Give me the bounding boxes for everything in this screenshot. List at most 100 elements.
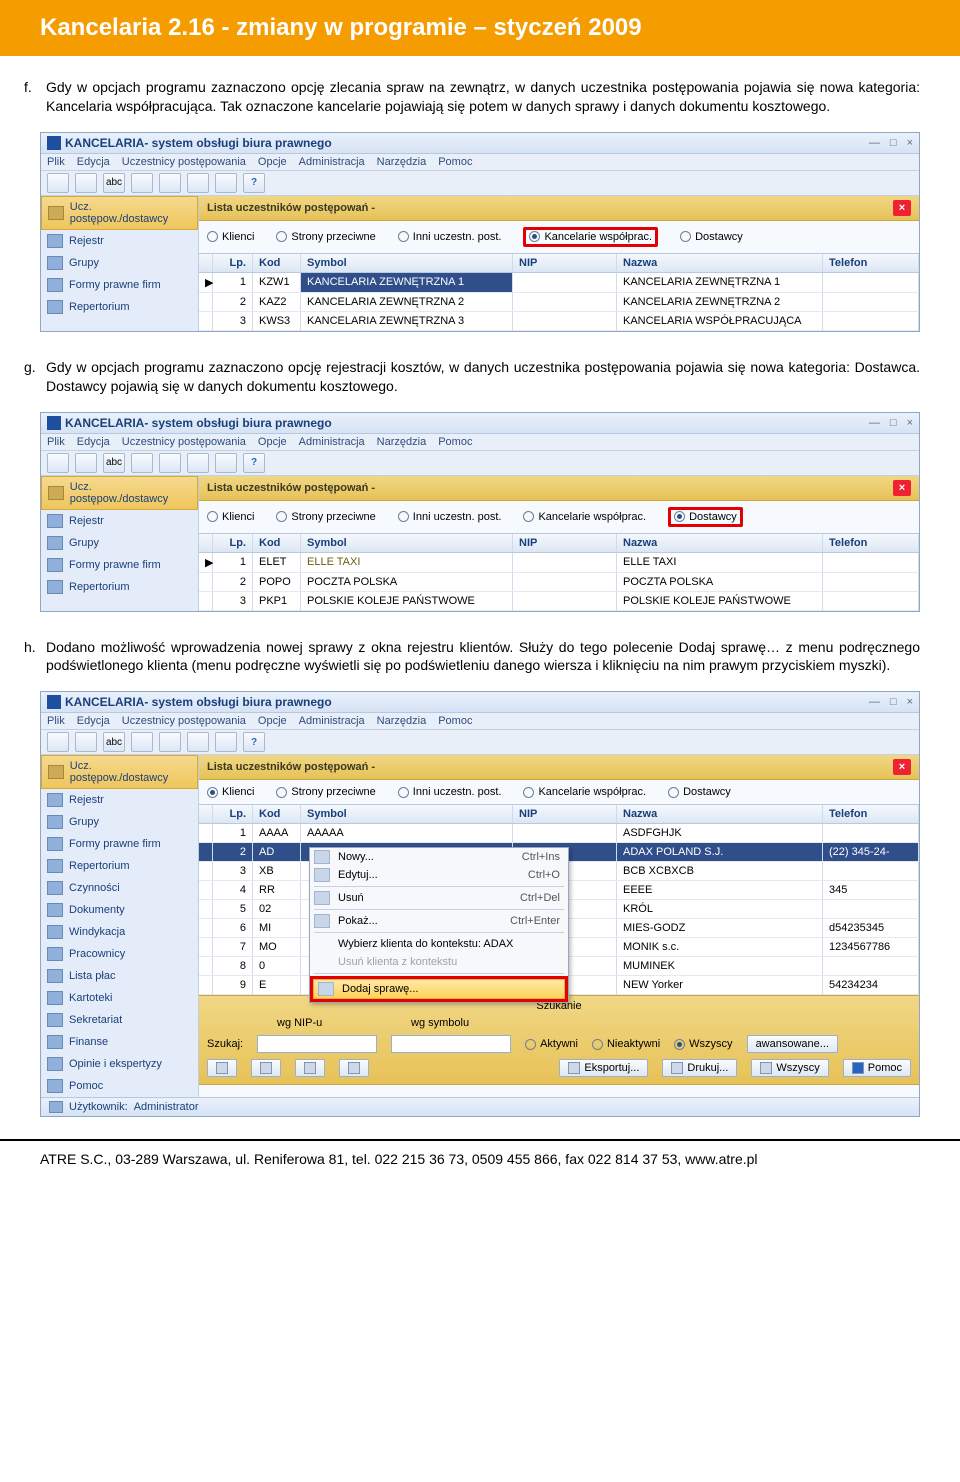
radio-wszyscy[interactable]: Wszyscy: [674, 1038, 732, 1050]
radio-inni[interactable]: Inni uczestn. post.: [398, 511, 502, 523]
sidebar-rejestr[interactable]: Rejestr: [41, 230, 198, 252]
toolbar-help-icon[interactable]: ?: [243, 732, 265, 752]
menu-pomoc[interactable]: Pomoc: [438, 436, 472, 448]
nav-next-button[interactable]: [295, 1059, 325, 1077]
sidebar-finanse[interactable]: Finanse: [41, 1031, 198, 1053]
radio-inni[interactable]: Inni uczestn. post.: [398, 231, 502, 243]
table-row[interactable]: 2KAZ2KANCELARIA ZEWNĘTRZNA 2KANCELARIA Z…: [199, 293, 919, 312]
col-lp[interactable]: Lp.: [213, 534, 253, 552]
radio-strony[interactable]: Strony przeciwne: [276, 511, 375, 523]
col-kod[interactable]: Kod: [253, 534, 301, 552]
menu-administracja[interactable]: Administracja: [299, 156, 365, 168]
menu-plik[interactable]: Plik: [47, 715, 65, 727]
menu-plik[interactable]: Plik: [47, 436, 65, 448]
radio-strony[interactable]: Strony przeciwne: [276, 786, 375, 798]
toolbar-help-icon[interactable]: ?: [243, 173, 265, 193]
nav-prev-button[interactable]: [251, 1059, 281, 1077]
radio-kancelarie[interactable]: Kancelarie współprac.: [523, 786, 646, 798]
sidebar-czynnosci[interactable]: Czynności: [41, 877, 198, 899]
sidebar-repertorium[interactable]: Repertorium: [41, 296, 198, 318]
sidebar-formy[interactable]: Formy prawne firm: [41, 554, 198, 576]
menu-edycja[interactable]: Edycja: [77, 156, 110, 168]
menu-pomoc[interactable]: Pomoc: [438, 715, 472, 727]
toolbar-btn-4[interactable]: [131, 453, 153, 473]
sidebar-opinie[interactable]: Opinie i ekspertyzy: [41, 1053, 198, 1075]
col-symbol[interactable]: Symbol: [301, 254, 513, 272]
minimize-icon[interactable]: —: [869, 137, 880, 149]
sidebar-grupy[interactable]: Grupy: [41, 252, 198, 274]
menu-uczestnicy[interactable]: Uczestnicy postępowania: [122, 715, 246, 727]
toolbar-btn-5[interactable]: [159, 453, 181, 473]
table-row[interactable]: 3PKP1POLSKIE KOLEJE PAŃSTWOWEPOLSKIE KOL…: [199, 592, 919, 611]
tab-close-icon[interactable]: ×: [893, 480, 911, 496]
menu-narzedzia[interactable]: Narzędzia: [377, 436, 427, 448]
sidebar-head[interactable]: Ucz. postępow./dostawcy: [41, 196, 198, 230]
toolbar-btn-2[interactable]: [75, 453, 97, 473]
menu-uczestnicy[interactable]: Uczestnicy postępowania: [122, 156, 246, 168]
table-row[interactable]: 1AAAAAAAAAASDFGHJK: [199, 824, 919, 843]
toolbar-btn-2[interactable]: [75, 732, 97, 752]
maximize-icon[interactable]: □: [890, 417, 897, 429]
col-nazwa[interactable]: Nazwa: [617, 534, 823, 552]
tab-close-icon[interactable]: ×: [893, 200, 911, 216]
sidebar-lista-plac[interactable]: Lista płac: [41, 965, 198, 987]
radio-strony[interactable]: Strony przeciwne: [276, 231, 375, 243]
toolbar-btn-6[interactable]: [187, 732, 209, 752]
col-telefon[interactable]: Telefon: [823, 254, 919, 272]
sidebar-kartoteki[interactable]: Kartoteki: [41, 987, 198, 1009]
toolbar-help-icon[interactable]: ?: [243, 453, 265, 473]
toolbar-btn-7[interactable]: [215, 453, 237, 473]
minimize-icon[interactable]: —: [869, 696, 880, 708]
col-nip[interactable]: NIP: [513, 805, 617, 823]
sidebar-dokumenty[interactable]: Dokumenty: [41, 899, 198, 921]
radio-kancelarie[interactable]: Kancelarie współprac.: [529, 231, 652, 243]
sidebar-repertorium[interactable]: Repertorium: [41, 576, 198, 598]
toolbar-btn-1[interactable]: [47, 453, 69, 473]
table-row[interactable]: ▶1ELETELLE TAXIELLE TAXI: [199, 553, 919, 573]
col-telefon[interactable]: Telefon: [823, 805, 919, 823]
ctx-dodaj-sprawe[interactable]: Dodaj sprawę...: [313, 979, 565, 999]
minimize-icon[interactable]: —: [869, 417, 880, 429]
sidebar-rejestr[interactable]: Rejestr: [41, 789, 198, 811]
menu-opcje[interactable]: Opcje: [258, 436, 287, 448]
col-nip[interactable]: NIP: [513, 254, 617, 272]
toolbar-btn-4[interactable]: [131, 173, 153, 193]
toolbar-btn-3[interactable]: abc: [103, 732, 125, 752]
toolbar-btn-1[interactable]: [47, 732, 69, 752]
menu-edycja[interactable]: Edycja: [77, 715, 110, 727]
menu-administracja[interactable]: Administracja: [299, 436, 365, 448]
radio-kancelarie[interactable]: Kancelarie współprac.: [523, 511, 646, 523]
col-symbol[interactable]: Symbol: [301, 534, 513, 552]
toolbar-btn-1[interactable]: [47, 173, 69, 193]
col-kod[interactable]: Kod: [253, 805, 301, 823]
all-button[interactable]: Wszyscy: [751, 1059, 828, 1077]
close-icon[interactable]: ×: [907, 696, 913, 708]
radio-klienci[interactable]: Klienci: [207, 786, 254, 798]
nav-last-button[interactable]: [339, 1059, 369, 1077]
search-symbol-input[interactable]: [391, 1035, 511, 1053]
radio-inni[interactable]: Inni uczestn. post.: [398, 786, 502, 798]
ctx-usun[interactable]: UsuńCtrl+Del: [310, 889, 568, 907]
radio-dostawcy[interactable]: Dostawcy: [668, 786, 731, 798]
menu-narzedzia[interactable]: Narzędzia: [377, 156, 427, 168]
close-icon[interactable]: ×: [907, 137, 913, 149]
radio-dostawcy[interactable]: Dostawcy: [680, 231, 743, 243]
menu-uczestnicy[interactable]: Uczestnicy postępowania: [122, 436, 246, 448]
radio-klienci[interactable]: Klienci: [207, 511, 254, 523]
search-nip-input[interactable]: [257, 1035, 377, 1053]
toolbar-btn-2[interactable]: [75, 173, 97, 193]
nav-first-button[interactable]: [207, 1059, 237, 1077]
col-nip[interactable]: NIP: [513, 534, 617, 552]
table-row[interactable]: 3KWS3KANCELARIA ZEWNĘTRZNA 3KANCELARIA W…: [199, 312, 919, 331]
col-telefon[interactable]: Telefon: [823, 534, 919, 552]
menu-opcje[interactable]: Opcje: [258, 715, 287, 727]
sidebar-pracownicy[interactable]: Pracownicy: [41, 943, 198, 965]
radio-aktywni[interactable]: Aktywni: [525, 1038, 578, 1050]
toolbar-btn-3[interactable]: abc: [103, 453, 125, 473]
menu-narzedzia[interactable]: Narzędzia: [377, 715, 427, 727]
table-row[interactable]: 2POPOPOCZTA POLSKAPOCZTA POLSKA: [199, 573, 919, 592]
sidebar-formy[interactable]: Formy prawne firm: [41, 274, 198, 296]
sidebar-grupy[interactable]: Grupy: [41, 811, 198, 833]
col-lp[interactable]: Lp.: [213, 805, 253, 823]
sidebar-rejestr[interactable]: Rejestr: [41, 510, 198, 532]
